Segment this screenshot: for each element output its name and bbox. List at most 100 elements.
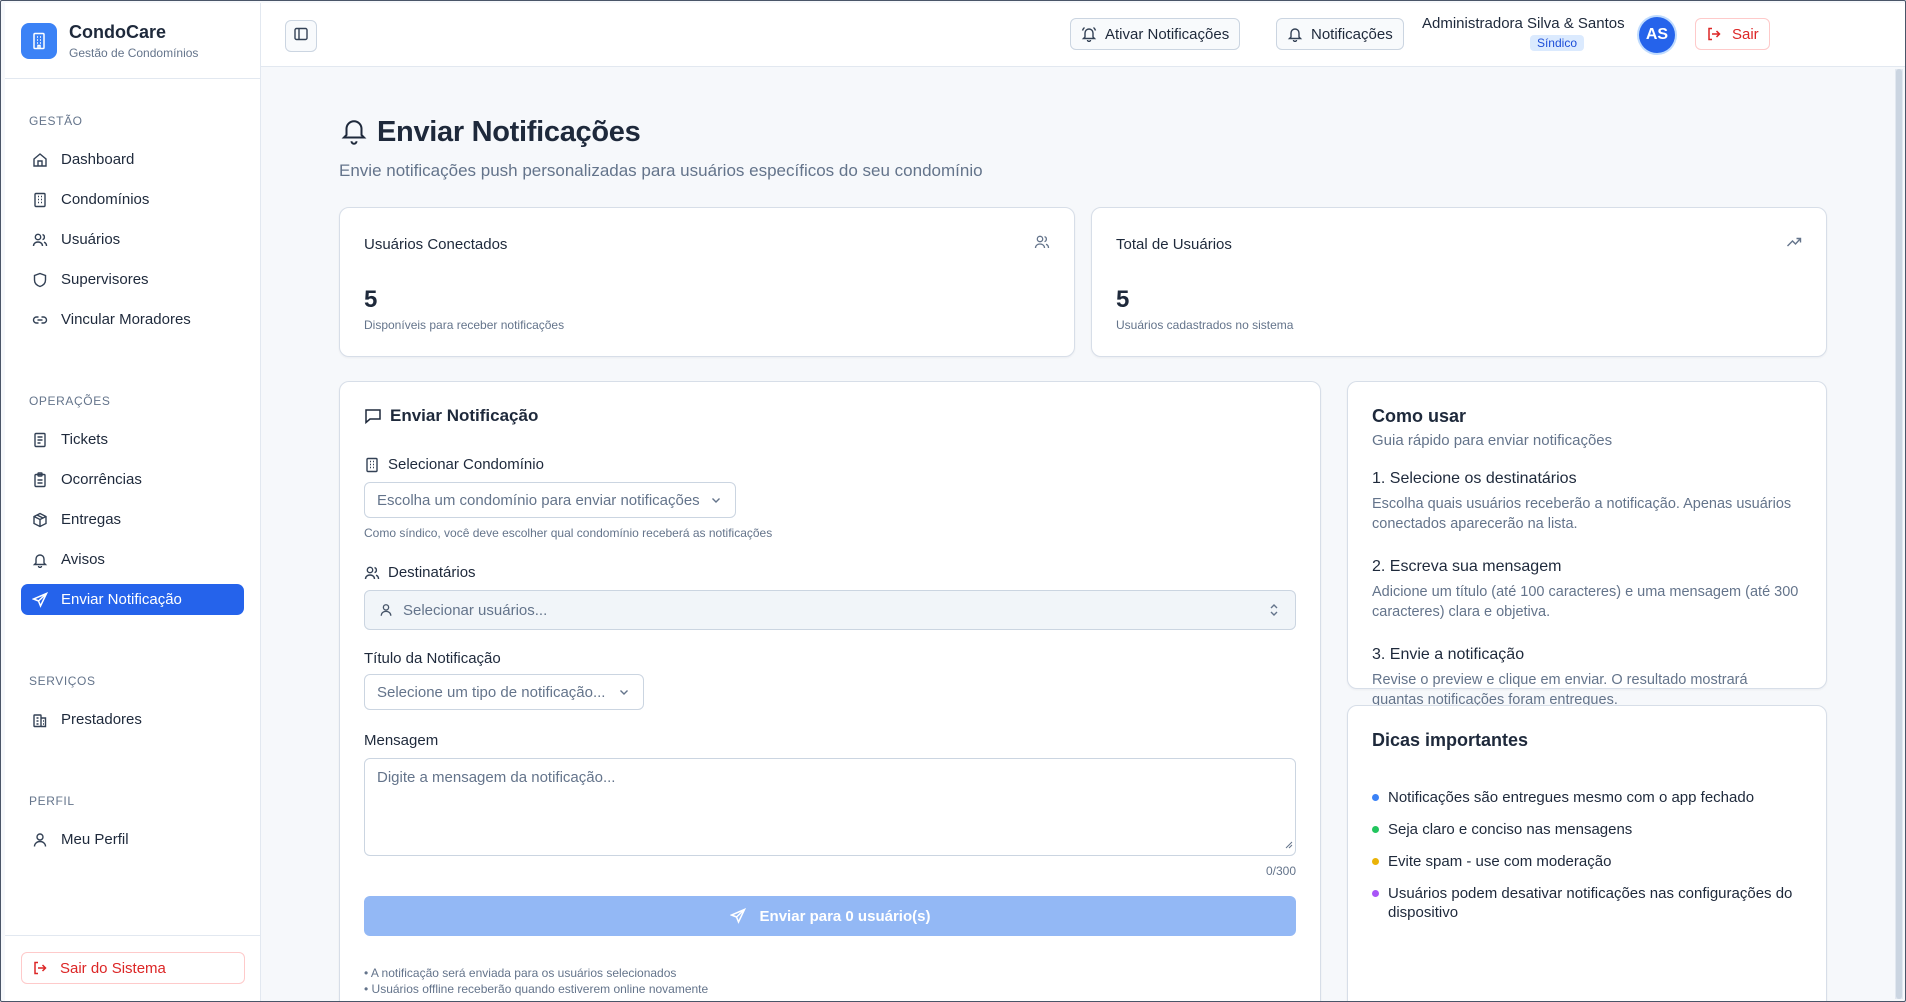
notification-type-select[interactable]: Selecione um tipo de notificação... bbox=[364, 674, 644, 710]
recipients-placeholder: Selecionar usuários... bbox=[403, 601, 548, 619]
bell-icon bbox=[339, 115, 369, 150]
nav-section-operacoes: OPERAÇÕES Tickets Ocorrências Entregas A… bbox=[5, 391, 260, 624]
building-icon bbox=[364, 457, 380, 473]
step-description: Adicione um título (até 100 caracteres) … bbox=[1372, 584, 1799, 620]
sidebar-item-condominios[interactable]: Condomínios bbox=[21, 184, 244, 215]
bell-icon bbox=[1287, 26, 1303, 42]
message-textarea[interactable]: Digite a mensagem da notificação... bbox=[364, 758, 1296, 856]
bullet-dot-icon bbox=[1372, 890, 1379, 897]
tip-item: Notificações são entregues mesmo com o a… bbox=[1372, 788, 1822, 807]
condo-label-text: Selecionar Condomínio bbox=[388, 456, 544, 473]
notifications-button[interactable]: Notificações bbox=[1276, 18, 1404, 50]
users-icon bbox=[31, 231, 49, 249]
nav-heading: OPERAÇÕES bbox=[29, 394, 111, 408]
stat-value: 5 bbox=[1116, 286, 1130, 313]
page-subtitle: Envie notificações push personalizadas p… bbox=[339, 161, 983, 180]
sidebar-item-avisos[interactable]: Avisos bbox=[21, 544, 244, 575]
stat-title: Total de Usuários bbox=[1116, 236, 1232, 253]
topbar: Ativar Notificações Notificações Adminis… bbox=[261, 3, 1905, 67]
nav-section-servicos: SERVIÇOS Prestadores bbox=[5, 671, 260, 744]
sidebar-item-prestadores[interactable]: Prestadores bbox=[21, 704, 244, 735]
recipients-select[interactable]: Selecionar usuários... bbox=[364, 590, 1296, 630]
home-icon bbox=[31, 151, 49, 169]
logout-system-button[interactable]: Sair do Sistema bbox=[21, 952, 245, 984]
trending-up-icon bbox=[1786, 234, 1802, 250]
chevron-down-icon bbox=[709, 493, 723, 507]
enable-notifications-button[interactable]: Ativar Notificações bbox=[1070, 18, 1241, 50]
how-to-title: Como usar bbox=[1372, 406, 1467, 426]
condo-label: Selecionar Condomínio bbox=[364, 456, 544, 473]
notifications-label: Notificações bbox=[1311, 25, 1393, 43]
send-button[interactable]: Enviar para 0 usuário(s) bbox=[364, 896, 1296, 936]
user-icon bbox=[379, 603, 393, 617]
sidebar-toggle-button[interactable] bbox=[285, 20, 317, 52]
send-icon bbox=[31, 591, 49, 609]
step-description: Escolha quais usuários receberão a notif… bbox=[1372, 496, 1792, 532]
clipboard-icon bbox=[31, 471, 49, 489]
sidebar-item-label: Meu Perfil bbox=[61, 831, 129, 848]
bullet-dot-icon bbox=[1372, 826, 1379, 833]
role-badge: Síndico bbox=[1529, 35, 1584, 51]
sidebar-item-supervisores[interactable]: Supervisores bbox=[21, 264, 244, 295]
tips-title: Dicas importantes bbox=[1372, 730, 1529, 750]
app-name: CondoCare bbox=[69, 21, 167, 42]
send-icon bbox=[729, 908, 746, 924]
condo-select-placeholder: Escolha um condomínio para enviar notifi… bbox=[377, 491, 700, 509]
tip-item: Usuários podem desativar notificações na… bbox=[1372, 884, 1822, 922]
building-logo-icon bbox=[21, 22, 57, 59]
stat-description: Usuários cadastrados no sistema bbox=[1116, 318, 1294, 332]
step-title: 1. Selecione os destinatários bbox=[1372, 470, 1577, 487]
package-icon bbox=[31, 511, 49, 529]
stat-description: Disponíveis para receber notificações bbox=[364, 318, 565, 332]
page-scrollbar[interactable] bbox=[1895, 69, 1903, 999]
sidebar-item-tickets[interactable]: Tickets bbox=[21, 424, 244, 455]
tip-text: Seja claro e conciso nas mensagens bbox=[1388, 821, 1633, 838]
notification-type-placeholder: Selecione um tipo de notificação... bbox=[377, 683, 606, 701]
condo-hint: Como síndico, você deve escolher qual co… bbox=[364, 526, 773, 540]
stat-card-total: Total de Usuários 5 Usuários cadastrados… bbox=[1091, 207, 1827, 357]
logout-button[interactable]: Sair bbox=[1695, 18, 1770, 50]
send-button-label: Enviar para 0 usuário(s) bbox=[759, 907, 931, 925]
title-label: Título da Notificação bbox=[364, 650, 501, 667]
sidebar-item-meu-perfil[interactable]: Meu Perfil bbox=[21, 824, 244, 855]
send-notification-card: Enviar Notificação Selecionar Condomínio… bbox=[339, 381, 1321, 1001]
nav-section-gestao: GESTÃO Dashboard Condomínios Usuários Su… bbox=[5, 111, 260, 344]
bullet-dot-icon bbox=[1372, 858, 1379, 865]
sidebar-item-usuarios[interactable]: Usuários bbox=[21, 224, 244, 255]
sidebar-item-label: Supervisores bbox=[61, 271, 149, 288]
recipients-label: Destinatários bbox=[364, 564, 476, 581]
sidebar-item-enviar-notificacao[interactable]: Enviar Notificação bbox=[21, 584, 244, 615]
character-counter: 0/300 bbox=[1265, 864, 1296, 878]
sidebar-item-entregas[interactable]: Entregas bbox=[21, 504, 244, 535]
condo-select[interactable]: Escolha um condomínio para enviar notifi… bbox=[364, 482, 736, 518]
avatar[interactable]: AS bbox=[1639, 17, 1675, 53]
sidebar-item-label: Ocorrências bbox=[61, 471, 142, 488]
tip-text: Usuários podem desativar notificações na… bbox=[1388, 885, 1793, 921]
how-to-subtitle: Guia rápido para enviar notificações bbox=[1372, 432, 1613, 449]
sidebar-item-label: Dashboard bbox=[61, 151, 135, 168]
form-note: • Usuários offline receberão quando esti… bbox=[364, 982, 709, 996]
scrollbar-thumb[interactable] bbox=[1896, 69, 1902, 999]
link-icon bbox=[31, 311, 49, 329]
sidebar-item-ocorrencias[interactable]: Ocorrências bbox=[21, 464, 244, 495]
user-icon bbox=[31, 831, 49, 849]
sidebar-item-dashboard[interactable]: Dashboard bbox=[21, 144, 244, 175]
bell-ring-icon bbox=[1081, 26, 1097, 42]
sidebar-item-label: Vincular Moradores bbox=[61, 311, 191, 328]
user-name: Administradora Silva & Santos bbox=[1422, 15, 1625, 32]
stat-value: 5 bbox=[364, 286, 378, 313]
nav-section-perfil: PERFIL Meu Perfil bbox=[5, 791, 260, 864]
tip-item: Evite spam - use com moderação bbox=[1372, 852, 1822, 871]
bullet-dot-icon bbox=[1372, 794, 1379, 801]
stat-card-connected: Usuários Conectados 5 Disponíveis para r… bbox=[339, 207, 1075, 357]
tip-text: Evite spam - use com moderação bbox=[1388, 853, 1612, 870]
sidebar-item-label: Avisos bbox=[61, 551, 105, 568]
sidebar-item-vincular-moradores[interactable]: Vincular Moradores bbox=[21, 304, 244, 335]
sidebar-item-label: Prestadores bbox=[61, 711, 142, 728]
nav-heading: GESTÃO bbox=[29, 114, 83, 128]
form-title-text: Enviar Notificação bbox=[390, 406, 539, 425]
user-info: Administradora Silva & Santos Síndico bbox=[1422, 15, 1625, 52]
logout-system-label: Sair do Sistema bbox=[60, 959, 166, 977]
resize-handle-icon[interactable] bbox=[1283, 836, 1293, 853]
tip-item: Seja claro e conciso nas mensagens bbox=[1372, 820, 1822, 839]
